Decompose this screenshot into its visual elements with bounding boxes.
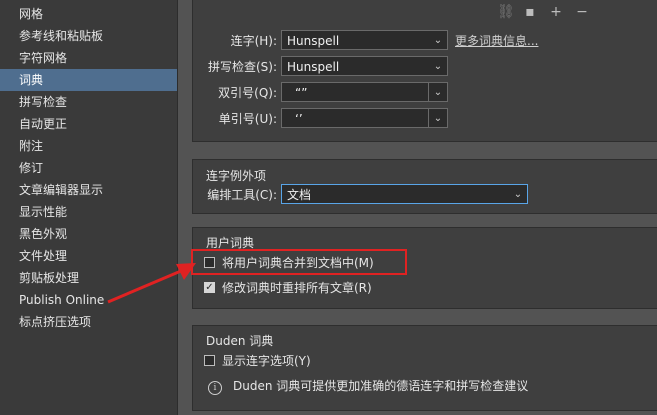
preferences-window: 网格 参考线和粘贴板 字符网格 词典 拼写检查 自动更正 附注 修订 文章编辑器…: [0, 0, 657, 415]
arrow-shaft: [107, 266, 189, 304]
annotation-arrow: [107, 263, 196, 304]
